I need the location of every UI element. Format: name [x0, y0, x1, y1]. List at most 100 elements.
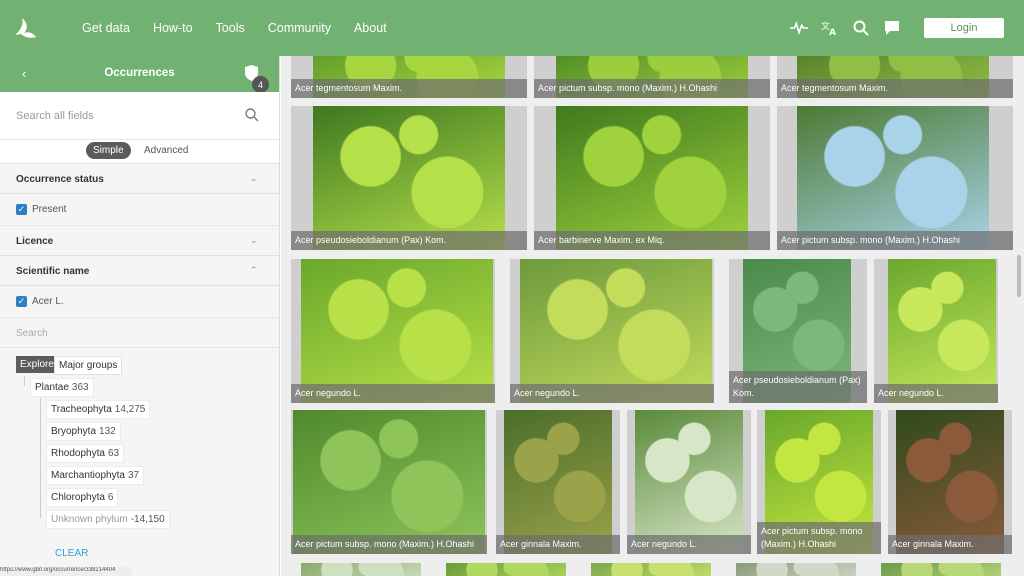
scrollbar-thumb[interactable] — [1017, 255, 1021, 297]
nav-community[interactable]: Community — [268, 21, 331, 35]
occurrence-caption: Acer pseudosieboldianum (Pax) Kom. — [729, 371, 867, 403]
occurrence-card[interactable]: Acer pictum subsp. mono (Maxim.) H.Ohash… — [534, 56, 770, 98]
facet-scientific-name[interactable]: Scientific name ⌃ — [0, 256, 279, 286]
occurrence-photo — [881, 563, 1001, 576]
facet-label: Scientific name — [16, 266, 90, 277]
occurrence-caption: Acer barbinerve Maxim. ex Miq. — [534, 231, 770, 250]
occurrence-photo — [888, 259, 996, 403]
checkbox-checked-icon[interactable]: ✓ — [16, 296, 27, 307]
occurrence-card[interactable]: Acer negundo L. — [627, 410, 751, 554]
facet-label: Licence — [16, 236, 54, 247]
occurrence-card[interactable] — [881, 563, 1001, 576]
occurrence-card[interactable] — [301, 563, 421, 576]
taxon-tracheophyta[interactable]: Tracheophyta 14,275 — [46, 400, 151, 419]
search-all-fields-placeholder: Search all fields — [16, 110, 94, 122]
taxon-chlorophyta[interactable]: Chlorophyta 6 — [46, 488, 119, 507]
occurrence-card[interactable]: Acer negundo L. — [291, 259, 495, 403]
occurrence-caption: Acer negundo L. — [510, 384, 714, 403]
occurrence-card[interactable] — [736, 563, 856, 576]
search-icon[interactable] — [245, 108, 259, 122]
occurrence-image-gallery: Acer tegmentosum Maxim. Acer pictum subsp… — [281, 56, 1024, 576]
major-groups-tab[interactable]: Major groups — [54, 356, 123, 375]
logo-icon[interactable] — [12, 15, 38, 41]
occurrence-card[interactable]: Acer pseudosieboldianum (Pax) Kom. — [729, 259, 867, 403]
occurrence-photo — [301, 563, 421, 576]
occurrence-caption: Acer ginnala Maxim. — [888, 535, 1012, 554]
svg-text:A: A — [829, 28, 836, 37]
taxon-unknown-phylum[interactable]: Unknown phylum -14,150 — [46, 510, 170, 529]
chevron-up-icon: ⌃ — [250, 265, 258, 275]
facet-label: Occurrence status — [16, 174, 104, 185]
occurrence-caption: Acer tegmentosum Maxim. — [291, 79, 527, 98]
occurrence-card[interactable]: Acer negundo L. — [874, 259, 998, 403]
occurrence-photo — [504, 410, 612, 554]
chevron-down-icon: ⌄ — [250, 173, 258, 183]
search-mode-toggle: Simple Advanced — [0, 140, 279, 164]
occurrence-caption: Acer pictum subsp. mono (Maxim.) H.Ohash… — [777, 231, 1013, 250]
facet-occurrence-status[interactable]: Occurrence status ⌄ — [0, 164, 279, 194]
chevron-down-icon: ⌄ — [250, 235, 258, 245]
occurrence-card[interactable]: Acer ginnala Maxim. — [496, 410, 620, 554]
occurrence-card[interactable]: Acer pseudosieboldianum (Pax) Kom. — [291, 106, 527, 250]
taxon-marchantiophyta[interactable]: Marchantiophyta 37 — [46, 466, 145, 485]
occurrence-caption: Acer pictum subsp. mono (Maxim.) H.Ohash… — [757, 522, 881, 554]
nav-how-to[interactable]: How-to — [153, 21, 193, 35]
occurrence-card[interactable]: Acer tegmentosum Maxim. — [291, 56, 527, 98]
status-bar-url: https://www.gbif.org/occurrence/33821440… — [0, 567, 132, 576]
mode-simple-button[interactable]: Simple — [86, 142, 131, 159]
sidebar-header: ‹ Occurrences 4 — [0, 56, 279, 93]
activity-icon[interactable] — [790, 19, 808, 37]
occurrence-caption: Acer negundo L. — [291, 384, 495, 403]
occurrence-card[interactable]: Acer pictum subsp. mono (Maxim.) H.Ohash… — [291, 410, 487, 554]
facet-option-label: Acer L. — [32, 296, 64, 307]
occurrence-card[interactable]: Acer pictum subsp. mono (Maxim.) H.Ohash… — [777, 106, 1013, 250]
feedback-icon[interactable] — [883, 19, 901, 37]
mode-advanced-button[interactable]: Advanced — [144, 145, 188, 156]
nav-tools[interactable]: Tools — [216, 21, 245, 35]
occurrence-caption: Acer pictum subsp. mono (Maxim.) H.Ohash… — [534, 79, 770, 98]
occurrence-card[interactable]: Acer tegmentosum Maxim. — [777, 56, 1013, 98]
occurrence-caption: Acer negundo L. — [874, 384, 998, 403]
search-all-fields[interactable]: Search all fields — [0, 92, 279, 140]
occurrence-card[interactable] — [591, 563, 711, 576]
clear-filters-button[interactable]: CLEAR — [55, 548, 88, 559]
occurrence-caption: Acer pseudosieboldianum (Pax) Kom. — [291, 231, 527, 250]
taxon-rhodophyta[interactable]: Rhodophyta 63 — [46, 444, 125, 463]
nav-about[interactable]: About — [354, 21, 387, 35]
occurrence-caption: Acer pictum subsp. mono (Maxim.) H.Ohash… — [291, 535, 487, 554]
top-navigation-bar: Get data How-to Tools Community About 文A… — [0, 0, 1024, 56]
occurrence-photo — [293, 410, 485, 554]
sidebar-title: Occurrences — [104, 67, 175, 79]
facet-licence[interactable]: Licence ⌄ — [0, 226, 279, 256]
filter-count-badge: 4 — [252, 76, 269, 93]
occurrence-photo — [446, 563, 566, 576]
search-icon[interactable] — [852, 19, 870, 37]
taxonomy-browser: Explore Major groups Plantae 363 Tracheop… — [0, 348, 279, 548]
scientific-name-search-input[interactable]: Search — [0, 318, 279, 348]
occurrence-photo — [301, 259, 493, 403]
occurrence-photo — [591, 563, 711, 576]
occurrence-photo — [556, 106, 748, 250]
nav-get-data[interactable]: Get data — [82, 21, 130, 35]
facet-option-label: Present — [32, 204, 67, 215]
occurrence-photo — [736, 563, 856, 576]
occurrence-photo — [520, 259, 712, 403]
checkbox-checked-icon[interactable]: ✓ — [16, 204, 27, 215]
filter-sidebar: ‹ Occurrences 4 Search all fields Simple… — [0, 56, 280, 576]
occurrence-card[interactable]: Acer negundo L. — [510, 259, 714, 403]
occurrence-card[interactable]: Acer ginnala Maxim. — [888, 410, 1012, 554]
occurrence-card[interactable] — [446, 563, 566, 576]
translate-icon[interactable]: 文A — [821, 19, 839, 37]
main-nav: Get data How-to Tools Community About — [82, 0, 410, 56]
login-button[interactable]: Login — [924, 18, 1004, 38]
facet-option-acer[interactable]: ✓ Acer L. — [0, 286, 279, 318]
taxon-bryophyta[interactable]: Bryophyta 132 — [46, 422, 121, 441]
occurrence-caption: Acer negundo L. — [627, 535, 751, 554]
facet-option-present[interactable]: ✓ Present — [0, 194, 279, 226]
taxon-plantae[interactable]: Plantae 363 — [30, 378, 94, 397]
occurrence-caption: Acer ginnala Maxim. — [496, 535, 620, 554]
explore-tab[interactable]: Explore — [16, 356, 58, 373]
occurrence-caption: Acer tegmentosum Maxim. — [777, 79, 1013, 98]
occurrence-card[interactable]: Acer pictum subsp. mono (Maxim.) H.Ohash… — [757, 410, 881, 554]
occurrence-card[interactable]: Acer barbinerve Maxim. ex Miq. — [534, 106, 770, 250]
